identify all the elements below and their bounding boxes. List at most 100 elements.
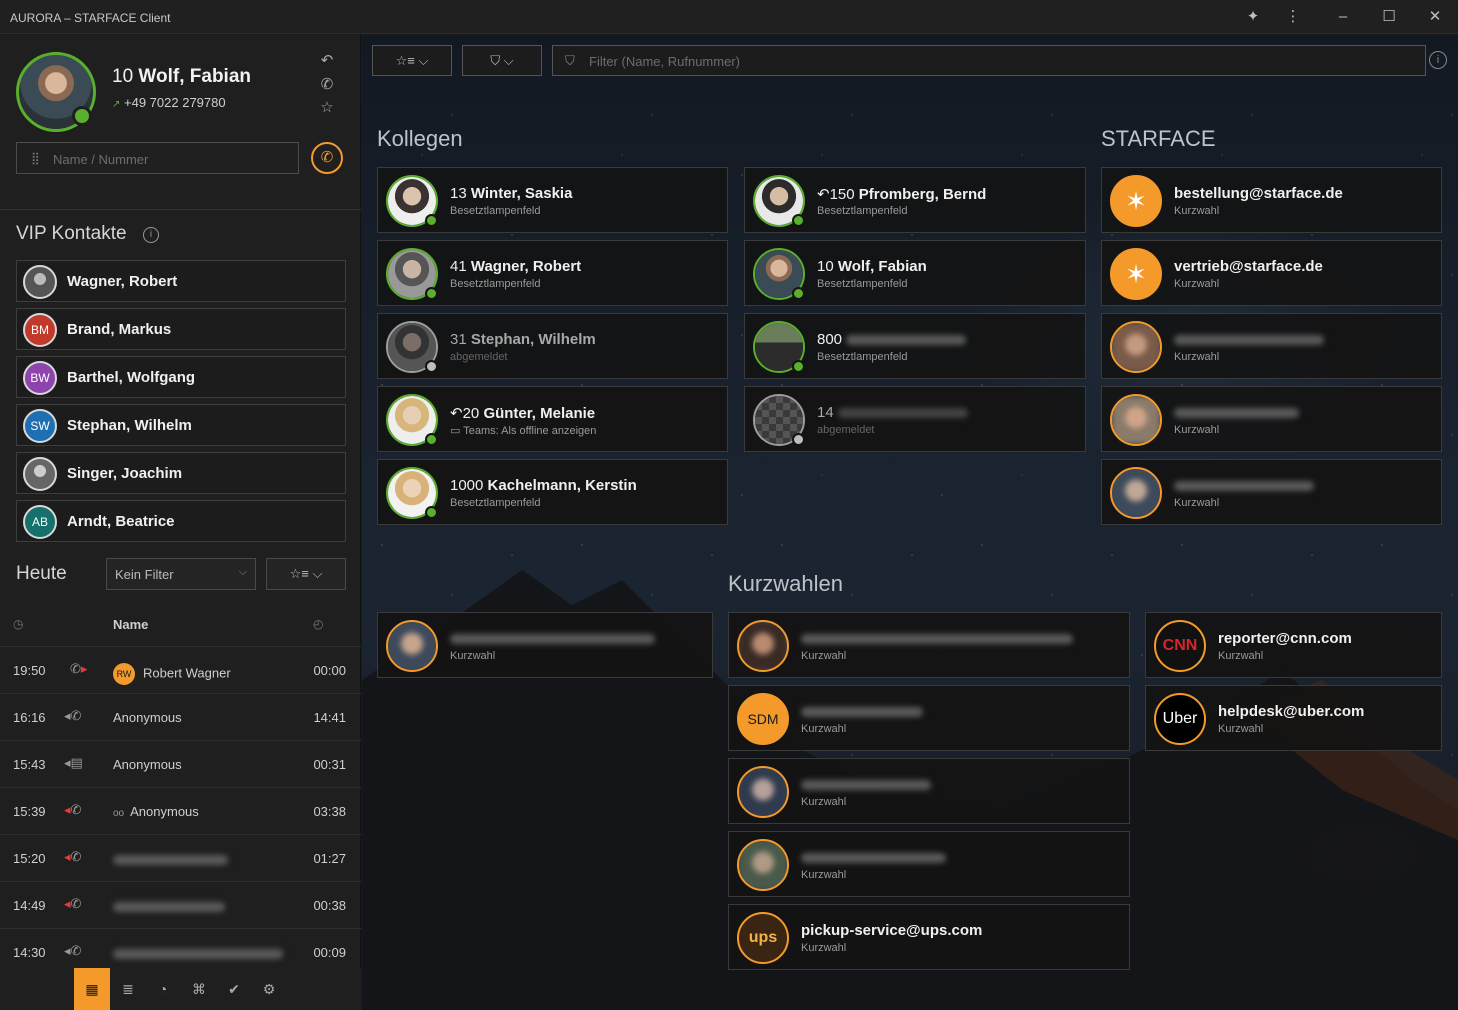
contact-card[interactable]: 41 Wagner, Robert Besetztlampenfeld <box>377 240 728 306</box>
search-input[interactable] <box>53 149 283 169</box>
speed-dial-card[interactable]: Uber helpdesk@uber.com Kurzwahl <box>1145 685 1442 751</box>
contact-card[interactable]: 13 Winter, Saskia Besetztlampenfeld <box>377 167 728 233</box>
presence-indicator <box>792 287 805 300</box>
contact-card[interactable]: ↶150 Pfromberg, Bernd Besetztlampenfeld <box>744 167 1086 233</box>
vip-item[interactable]: AB Arndt, Beatrice <box>16 500 346 542</box>
avatar <box>1110 321 1162 373</box>
maximize-icon[interactable]: ☐ <box>1378 6 1400 28</box>
network-icon[interactable]: ⌘ <box>181 968 217 1010</box>
chart-pie-icon[interactable]: ◔ <box>145 968 181 1010</box>
speed-dial-card[interactable]: CNN reporter@cnn.com Kurzwahl <box>1145 612 1442 678</box>
speed-dial-card[interactable]: Kurzwahl <box>377 612 713 678</box>
speed-dial-card[interactable]: ✶ vertrieb@starface.de Kurzwahl <box>1101 240 1442 306</box>
redirect-icon: ↶ <box>450 405 463 422</box>
contact-card[interactable]: 800 Besetztlampenfeld <box>744 313 1086 379</box>
puzzle-icon[interactable]: ✦ <box>1242 6 1264 28</box>
speed-dial-card[interactable]: ups pickup-service@ups.com Kurzwahl <box>728 904 1130 970</box>
redacted-text <box>837 408 968 419</box>
avatar <box>737 620 789 672</box>
star-list-icon: ☆≡ <box>395 53 415 68</box>
voicemail-icon: oo <box>113 808 125 819</box>
speed-dial-card[interactable]: Kurzwahl <box>728 758 1130 824</box>
redirect-icon[interactable]: ↶ <box>316 51 338 73</box>
speed-dial-card[interactable]: ✶ bestellung@starface.de Kurzwahl <box>1101 167 1442 233</box>
contact-filter-input[interactable] <box>589 52 1409 70</box>
vip-item[interactable]: BW Barthel, Wolfgang <box>16 356 346 398</box>
section-title-kurzwahlen: Kurzwahlen <box>728 571 843 596</box>
contact-filter[interactable]: ⛉ <box>552 45 1426 76</box>
vip-item[interactable]: Wagner, Robert <box>16 260 346 302</box>
contact-card[interactable]: 10 Wolf, Fabian Besetztlampenfeld <box>744 240 1086 306</box>
info-icon[interactable]: i <box>1429 51 1447 69</box>
redacted-text <box>113 901 225 912</box>
history-filter-select[interactable]: Kein Filter ⌵ <box>106 558 256 590</box>
filter-menu-button[interactable]: ⛉ ⌵ <box>462 45 542 76</box>
cnn-logo-icon: CNN <box>1154 620 1206 672</box>
contact-card[interactable]: 14 abgemeldet <box>744 386 1086 452</box>
dashboard-icon[interactable]: ▦ <box>74 968 110 1010</box>
missed-call-icon: ◂✆ <box>64 896 82 911</box>
avatar <box>386 620 438 672</box>
redacted-text <box>450 634 655 645</box>
call-row[interactable]: 14:49 ◂✆ 00:38 <box>0 881 361 928</box>
avatar <box>1110 467 1162 519</box>
redacted-text <box>1174 481 1314 492</box>
clock-icon[interactable]: ◷ <box>13 617 23 631</box>
checkmark-icon[interactable]: ✔ <box>216 968 252 1010</box>
minimize-icon[interactable]: – <box>1332 6 1354 28</box>
main-panel: ☆≡ ⌵ ⛉ ⌵ ⛉ i Kollegen STARFACE Kurzwahle… <box>362 35 1458 1010</box>
history-list-header: ◷ Name ◴ <box>13 617 324 632</box>
presence-indicator <box>425 433 438 446</box>
timer-icon[interactable]: ◴ <box>313 617 323 631</box>
speed-dial-card[interactable]: Kurzwahl <box>1101 386 1442 452</box>
contact-card[interactable]: 31 Stephan, Wilhelm abgemeldet <box>377 313 728 379</box>
info-icon[interactable]: i <box>143 227 159 243</box>
favorites-menu-button[interactable]: ☆≡ ⌵ <box>372 45 452 76</box>
avatar: SW <box>23 409 57 443</box>
chevron-down-icon: ⌵ <box>312 566 323 581</box>
call-row[interactable]: 15:39 ◂✆ oo Anonymous 03:38 <box>0 787 361 834</box>
title-bar: AURORA – STARFACE Client ✦ ⋮ – ☐ ✕ <box>0 0 1458 34</box>
starface-logo-icon: ✶ <box>1110 175 1162 227</box>
call-row[interactable]: 19:50 ✆▸ RW Robert Wagner 00:00 <box>0 646 361 693</box>
presence-indicator <box>72 106 92 126</box>
avatar: BW <box>23 361 57 395</box>
speed-dial-card[interactable]: Kurzwahl <box>1101 313 1442 379</box>
speed-dial-card[interactable]: Kurzwahl <box>728 612 1130 678</box>
call-button[interactable]: ✆ <box>311 142 343 174</box>
history-title: Heute <box>16 563 67 584</box>
speed-dial-card[interactable]: Kurzwahl <box>728 831 1130 897</box>
avatar <box>737 766 789 818</box>
phone-settings-icon[interactable]: ✆ <box>316 75 338 97</box>
contact-card[interactable]: 1000 Kachelmann, Kerstin Besetztlampenfe… <box>377 459 728 525</box>
call-row[interactable]: 16:16 ◂✆ Anonymous 14:41 <box>0 693 361 740</box>
speed-dial-card[interactable]: Kurzwahl <box>1101 459 1442 525</box>
vip-item[interactable]: BM Brand, Markus <box>16 308 346 350</box>
close-icon[interactable]: ✕ <box>1424 6 1446 28</box>
call-row[interactable]: 15:20 ◂✆ 01:27 <box>0 834 361 881</box>
vip-item[interactable]: Singer, Joachim <box>16 452 346 494</box>
speed-dial-card[interactable]: SDM Kurzwahl <box>728 685 1130 751</box>
call-row[interactable]: 15:43 ◂▤ Anonymous 00:31 <box>0 740 361 787</box>
redacted-text <box>801 780 931 791</box>
dialpad-icon[interactable]: ⣿ <box>31 151 40 165</box>
redacted-text <box>113 948 283 959</box>
chevron-down-icon: ⌵ <box>238 566 247 578</box>
missed-call-icon: ◂✆ <box>64 802 82 817</box>
filter-icon: ⛉ <box>490 53 501 68</box>
avatar: RW <box>113 663 135 685</box>
favorites-filter-select[interactable]: ☆≡ ⌵ <box>266 558 346 590</box>
avatar: AB <box>23 505 57 539</box>
more-vertical-icon[interactable]: ⋮ <box>1282 6 1304 28</box>
filter-icon: ⛉ <box>565 53 575 68</box>
star-icon[interactable]: ☆ <box>316 98 338 120</box>
contact-card[interactable]: ↶20 Günter, Melanie ▭ Teams: Als offline… <box>377 386 728 452</box>
avatar <box>23 457 57 491</box>
vip-item[interactable]: SW Stephan, Wilhelm <box>16 404 346 446</box>
ups-logo-icon: ups <box>737 912 789 964</box>
my-number: ↗ +49 7022 279780 <box>112 95 226 110</box>
gear-icon[interactable]: ⚙ <box>251 968 287 1010</box>
search-field[interactable]: ⣿ <box>16 142 299 174</box>
list-icon[interactable]: ≣ <box>110 968 146 1010</box>
vip-title: VIP Kontakte <box>16 223 127 244</box>
